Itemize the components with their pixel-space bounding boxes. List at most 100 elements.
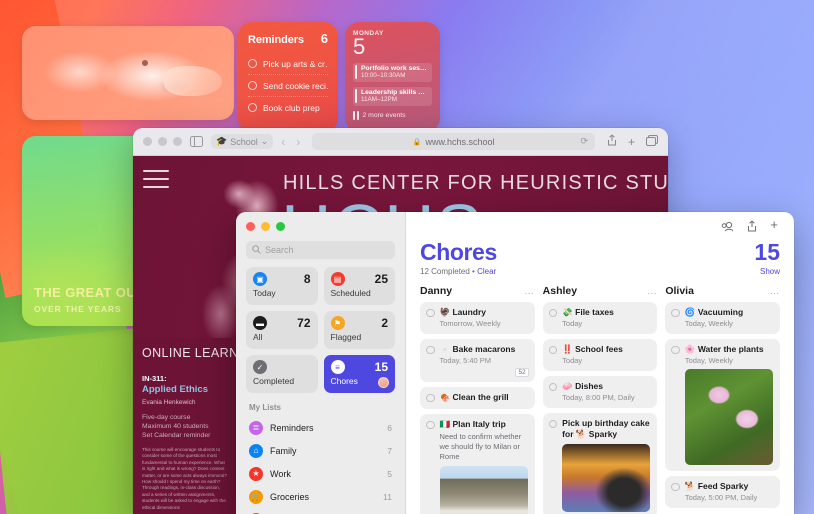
show-completed-button[interactable]: Show (760, 267, 780, 276)
task-item[interactable]: 🌸 Water the plants Today, Weekly (665, 339, 781, 471)
back-button[interactable]: ‹ (281, 135, 285, 149)
add-icon[interactable]: + (770, 218, 778, 237)
task-checkbox[interactable] (426, 393, 435, 402)
sidebar-item-groceries[interactable]: 🛒 Groceries 11 (246, 485, 395, 508)
share-icon[interactable] (747, 219, 757, 237)
task-item[interactable]: Pick up birthday cake for 🐕 Sparky (542, 413, 658, 514)
smart-list-count: 8 (303, 272, 311, 286)
calendar-event[interactable]: Portfolio work session 10:00–10:30AM (353, 63, 432, 82)
smart-list-chores[interactable]: ≡ 15 Chores (323, 355, 395, 393)
task-attachment-image[interactable] (684, 369, 774, 465)
reload-button[interactable]: ⟳ (580, 136, 588, 147)
task-emoji: 💸 (562, 307, 573, 317)
share-people-icon[interactable] (721, 219, 734, 237)
task-checkbox[interactable] (548, 382, 558, 391)
task-attachment-image[interactable] (439, 466, 528, 514)
task-date: Today, Weekly (684, 356, 733, 365)
column-menu-button[interactable]: … (647, 286, 658, 297)
task-checkbox[interactable] (548, 419, 558, 428)
smart-list-label: Today (253, 288, 276, 298)
event-name: Leadership skills wor… (361, 89, 429, 96)
sidebar-item-family[interactable]: ⌂ Family 7 (246, 439, 395, 462)
safari-traffic-lights[interactable] (143, 137, 182, 146)
task-checkbox[interactable] (426, 308, 435, 317)
task-date: Today (562, 356, 583, 365)
share-icon[interactable] (607, 133, 617, 151)
reminders-traffic-lights[interactable] (246, 222, 395, 231)
calendar-more-events[interactable]: 2 more events (353, 111, 432, 120)
sidebar-item-work[interactable]: ★ Work 5 (246, 462, 395, 485)
star-icon: ★ (249, 466, 263, 481)
course-name[interactable]: Applied Ethics (142, 384, 229, 395)
smart-list-completed[interactable]: ✓ Completed (246, 355, 318, 393)
task-checkbox[interactable] (671, 345, 680, 354)
close-button[interactable] (246, 222, 255, 231)
task-checkbox[interactable] (671, 482, 680, 491)
sidebar-item-reminders[interactable]: ≣ Reminders 6 (246, 416, 395, 439)
task-checkbox[interactable] (426, 345, 435, 354)
column-menu-button[interactable]: … (524, 286, 535, 297)
search-input[interactable]: Search (246, 241, 395, 259)
list-item[interactable]: Send cookie reci… (248, 75, 328, 97)
smart-list-count: 25 (374, 272, 388, 286)
minimize-button[interactable] (261, 222, 270, 231)
task-item[interactable]: 🍖 Clean the grill (420, 387, 535, 409)
calendar-daynumber: 5 (353, 34, 366, 59)
reminders-widget[interactable]: Reminders 6 Pick up arts & cr… Send cook… (238, 22, 338, 132)
task-date: Tomorrow, Weekly (439, 319, 501, 328)
task-item[interactable]: 🐕 Feed Sparky Today, 5:00 PM, Daily (665, 476, 781, 508)
task-item[interactable]: ▫️ Bake macarons Today, 5:40 PM 52 (420, 339, 535, 382)
smart-list-flagged[interactable]: ⚑ 2 Flagged (323, 311, 395, 349)
address-bar[interactable]: 🔒 www.hchs.school ⟳ (312, 133, 595, 150)
close-button[interactable] (143, 137, 152, 146)
more-events-label: 2 more events (362, 112, 406, 119)
reminders-widget-list: Pick up arts & cr… Send cookie reci… Boo… (248, 53, 328, 118)
task-item[interactable]: 🧼 Dishes Today, 8:00 PM, Daily (542, 376, 658, 408)
sidebar-icon[interactable] (190, 136, 203, 147)
checkbox-icon[interactable] (248, 81, 257, 90)
minimize-button[interactable] (158, 137, 167, 146)
list-name: Family (270, 445, 297, 456)
list-item[interactable]: Book club prep (248, 97, 328, 118)
course-description: This course will encourage students to c… (142, 447, 228, 510)
reminders-sidebar: Search ▣ 8 Today ▤ 25 Scheduled ▬ 72 All… (236, 212, 406, 514)
task-emoji: 🍖 (439, 392, 451, 402)
reminders-window[interactable]: Search ▣ 8 Today ▤ 25 Scheduled ▬ 72 All… (236, 212, 794, 514)
task-checkbox[interactable] (548, 345, 558, 354)
zoom-button[interactable] (276, 222, 285, 231)
tab-overview-icon[interactable] (646, 133, 658, 151)
list-item[interactable]: Pick up arts & cr… (248, 53, 328, 75)
sidebar-item-camping-trip[interactable]: ▲ Camping Trip 4 (246, 508, 395, 514)
task-item[interactable]: ‼️ School fees Today (542, 339, 658, 371)
task-item[interactable]: 💸 File taxes Today (542, 302, 658, 334)
forward-button[interactable]: › (296, 135, 300, 149)
task-checkbox[interactable] (548, 308, 558, 317)
smart-list-all[interactable]: ▬ 72 All (246, 311, 318, 349)
task-item[interactable]: 🌀 Vacuuming Today, Weekly (665, 302, 781, 334)
clear-button[interactable]: Clear (477, 267, 496, 276)
smart-list-count: 2 (381, 316, 388, 330)
hamburger-menu-icon[interactable] (143, 170, 169, 194)
checkbox-icon[interactable] (248, 59, 257, 68)
zoom-button[interactable] (173, 137, 182, 146)
task-item[interactable]: 🇮🇹 Plan Italy trip Need to confirm wheth… (420, 414, 535, 514)
safari-profile-button[interactable]: 🎓 School ⌄ (211, 134, 274, 149)
column-title: Olivia (665, 285, 694, 297)
smart-list-scheduled[interactable]: ▤ 25 Scheduled (323, 267, 395, 305)
list-count: 5 (387, 468, 392, 479)
task-attachment-image[interactable] (562, 444, 651, 512)
task-checkbox[interactable] (671, 308, 680, 317)
photos-widget[interactable] (22, 26, 234, 120)
task-checkbox[interactable] (426, 420, 435, 429)
column-menu-button[interactable]: … (770, 286, 781, 297)
calendar-widget[interactable]: MONDAY 5 Portfolio work session 10:00–10… (345, 22, 440, 132)
smart-list-today[interactable]: ▣ 8 Today (246, 267, 318, 305)
dog-snout (164, 66, 222, 96)
task-title: File taxes (575, 307, 614, 317)
new-tab-button[interactable]: + (628, 135, 635, 149)
smart-list-count: 72 (297, 316, 311, 330)
list-count: 6 (387, 422, 392, 433)
checkbox-icon[interactable] (248, 103, 257, 112)
calendar-event[interactable]: Leadership skills wor… 11AM–12PM (353, 87, 432, 106)
task-item[interactable]: 🦃 Laundry Tomorrow, Weekly (420, 302, 535, 334)
